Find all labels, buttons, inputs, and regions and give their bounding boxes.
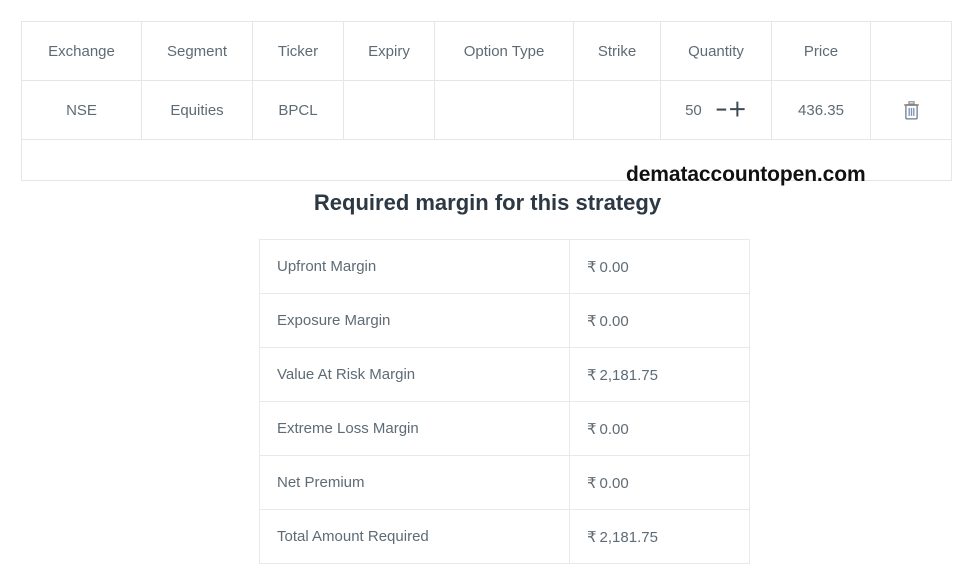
cell-expiry <box>343 80 435 140</box>
margin-amount: 2,181.75 <box>599 366 658 384</box>
margin-label-var: Value At Risk Margin <box>259 347 570 402</box>
margin-label-elm: Extreme Loss Margin <box>259 401 570 456</box>
margin-value-upfront: ₹0.00 <box>569 239 750 294</box>
page-title: Required margin for this strategy <box>313 190 662 215</box>
stepper-controls[interactable]: − ＋ <box>716 101 747 120</box>
basket-table: Exchange Segment Ticker Expiry Option Ty… <box>21 21 952 181</box>
table-row: NSE Equities BPCL 50 − ＋ 436.35 <box>21 80 952 140</box>
cell-quantity: 50 − ＋ <box>660 80 772 140</box>
rupee-icon: ₹ <box>587 366 597 384</box>
cell-price: 436.35 <box>771 80 871 140</box>
cell-actions <box>870 80 952 140</box>
column-header-expiry: Expiry <box>343 21 435 81</box>
basket-header-row: Exchange Segment Ticker Expiry Option Ty… <box>21 21 952 81</box>
rupee-icon: ₹ <box>587 528 597 546</box>
quantity-stepper[interactable]: 50 − ＋ <box>661 81 771 139</box>
cell-strike <box>573 80 661 140</box>
rupee-icon: ₹ <box>587 258 597 276</box>
quantity-increment-button[interactable]: ＋ <box>728 101 747 120</box>
margin-amount: 0.00 <box>599 312 629 330</box>
margin-label-total: Total Amount Required <box>259 509 570 564</box>
margin-table-container: Upfront Margin ₹0.00 Exposure Margin ₹0.… <box>259 239 750 564</box>
column-header-strike: Strike <box>573 21 661 81</box>
rupee-icon: ₹ <box>587 312 597 330</box>
column-header-price: Price <box>771 21 871 81</box>
margin-label-exposure: Exposure Margin <box>259 293 570 348</box>
margin-amount: 0.00 <box>599 258 629 276</box>
cell-exchange: NSE <box>21 80 142 140</box>
column-header-segment: Segment <box>141 21 253 81</box>
margin-amount: 0.00 <box>599 420 629 438</box>
rupee-icon: ₹ <box>587 420 597 438</box>
column-header-actions <box>870 21 952 81</box>
quantity-decrement-button[interactable]: − <box>716 101 727 120</box>
column-header-ticker: Ticker <box>252 21 344 81</box>
margin-value-var: ₹2,181.75 <box>569 347 750 402</box>
margin-amount: 2,181.75 <box>599 528 658 546</box>
table-row: Exposure Margin ₹0.00 <box>259 293 750 348</box>
margin-amount: 0.00 <box>599 474 629 492</box>
margin-value-net-premium: ₹0.00 <box>569 455 750 510</box>
trash-icon[interactable] <box>903 100 920 120</box>
cell-option-type <box>434 80 574 140</box>
margin-table: Upfront Margin ₹0.00 Exposure Margin ₹0.… <box>259 239 750 564</box>
rupee-icon: ₹ <box>587 474 597 492</box>
table-row: Total Amount Required ₹2,181.75 <box>259 509 750 564</box>
margin-value-total: ₹2,181.75 <box>569 509 750 564</box>
margin-value-elm: ₹0.00 <box>569 401 750 456</box>
site-watermark: demataccountopen.com <box>626 163 866 186</box>
cell-segment: Equities <box>141 80 253 140</box>
quantity-value: 50 <box>685 101 702 119</box>
table-row: Upfront Margin ₹0.00 <box>259 239 750 294</box>
margin-value-exposure: ₹0.00 <box>569 293 750 348</box>
margin-label-net-premium: Net Premium <box>259 455 570 510</box>
column-header-exchange: Exchange <box>21 21 142 81</box>
column-header-option-type: Option Type <box>434 21 574 81</box>
table-row: Extreme Loss Margin ₹0.00 <box>259 401 750 456</box>
table-row: Value At Risk Margin ₹2,181.75 <box>259 347 750 402</box>
table-row: Net Premium ₹0.00 <box>259 455 750 510</box>
margin-label-upfront: Upfront Margin <box>259 239 570 294</box>
cell-ticker: BPCL <box>252 80 344 140</box>
basket-table-container: Exchange Segment Ticker Expiry Option Ty… <box>21 21 952 181</box>
column-header-quantity: Quantity <box>660 21 772 81</box>
